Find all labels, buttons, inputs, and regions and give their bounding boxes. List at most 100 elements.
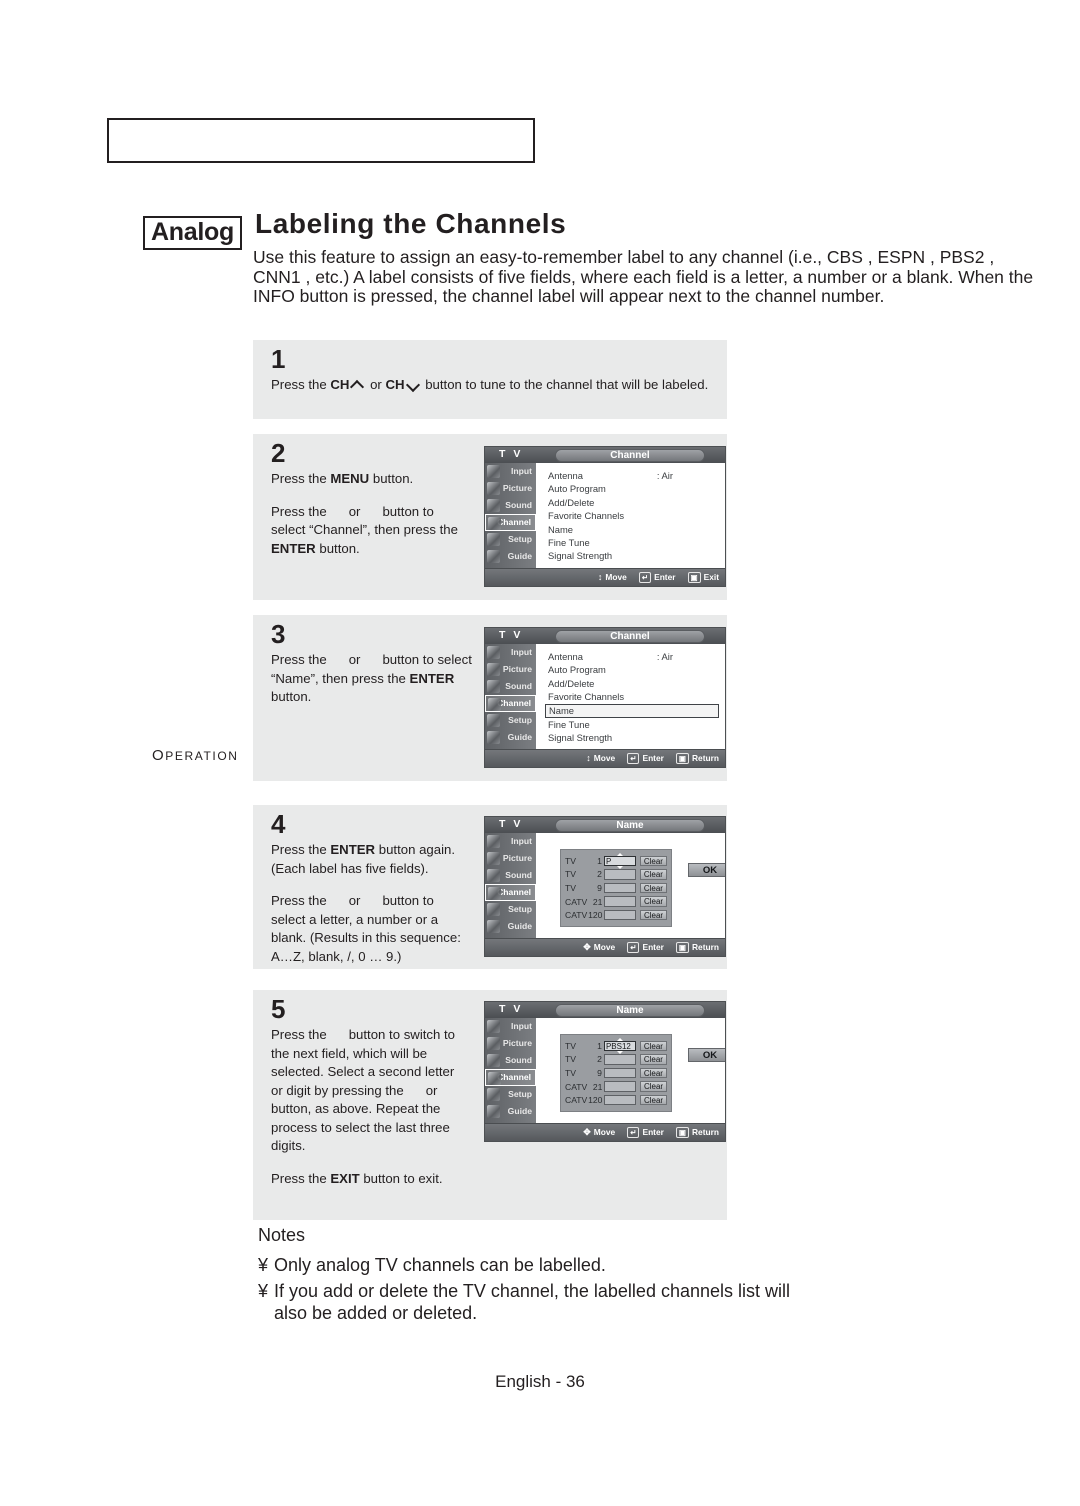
enter-button-label: ENTER <box>271 540 316 556</box>
channel-number: 21 <box>592 1081 603 1092</box>
label-field[interactable] <box>604 909 637 921</box>
sidebar-item-input[interactable]: Input <box>485 463 536 480</box>
step-number: 5 <box>271 994 286 1024</box>
menu-row[interactable]: Favorite Channels <box>545 509 719 522</box>
step-1-text-pre: Press the <box>271 377 331 392</box>
camera-input-icon <box>487 646 500 659</box>
name-row[interactable]: TV 9 Clear <box>565 881 667 895</box>
sidebar-item-channel[interactable]: Channel <box>485 1069 536 1086</box>
sidebar-item-setup[interactable]: Setup <box>485 901 536 918</box>
sidebar-item-guide[interactable]: Guide <box>485 1103 536 1120</box>
name-row[interactable]: TV 1 PBS12 Clear <box>565 1037 667 1055</box>
caret-up-icon <box>616 852 623 856</box>
name-row[interactable]: CATV 120 Clear <box>565 1093 667 1107</box>
step-panel-3: 3 Press the or button to select “Name”, th… <box>253 615 727 781</box>
sidebar-item-label: Picture <box>502 853 532 863</box>
channel-type: TV <box>565 1040 576 1051</box>
step-3-p1-mid: or <box>348 652 361 667</box>
sidebar-item-setup[interactable]: Setup <box>485 712 536 729</box>
menu-row[interactable]: Favorite Channels <box>545 690 719 703</box>
sidebar-item-channel[interactable]: Channel <box>485 884 536 901</box>
menu-row[interactable]: Antenna: Air <box>545 469 719 482</box>
label-field[interactable] <box>603 1067 636 1079</box>
clear-button[interactable]: Clear <box>639 1054 667 1065</box>
menu-row[interactable]: Antenna: Air <box>545 650 719 663</box>
clear-button[interactable]: Clear <box>639 1040 667 1052</box>
sidebar-item-guide[interactable]: Guide <box>485 729 536 746</box>
footer-enter: ↵ Enter <box>627 1124 664 1141</box>
menu-row-name-selected[interactable]: Name <box>545 703 719 718</box>
sidebar-item-guide[interactable]: Guide <box>485 548 536 565</box>
step-panel-2: 2 Press the MENU button. Press the or butt… <box>253 434 727 600</box>
osd-brand: T V <box>499 818 523 830</box>
sidebar-item-picture[interactable]: Picture <box>485 1035 536 1052</box>
menu-row[interactable]: Add/Delete <box>545 677 719 690</box>
sidebar-item-sound[interactable]: Sound <box>485 867 536 884</box>
name-row[interactable]: TV 1 P Clear <box>565 852 667 870</box>
step-number: 2 <box>271 438 286 468</box>
clear-button[interactable]: Clear <box>639 855 667 867</box>
sidebar-item-picture[interactable]: Picture <box>485 661 536 678</box>
label-field[interactable] <box>604 1094 637 1106</box>
osd-brand: T V <box>499 1003 523 1015</box>
clear-button[interactable]: Clear <box>640 1081 667 1092</box>
menu-row[interactable]: Signal Strength <box>545 549 719 562</box>
name-row[interactable]: TV 9 Clear <box>565 1066 667 1080</box>
clear-button[interactable]: Clear <box>639 1067 667 1079</box>
channel-number: 2 <box>597 1054 602 1065</box>
clear-button[interactable]: Clear <box>640 1094 667 1106</box>
name-row[interactable]: CATV 120 Clear <box>565 908 667 922</box>
footer-return-label: Return <box>692 942 719 952</box>
label-field[interactable] <box>604 896 637 907</box>
label-field-active[interactable]: PBS12 <box>603 1037 636 1055</box>
channel-number: 120 <box>588 910 603 921</box>
sidebar-item-setup[interactable]: Setup <box>485 1086 536 1103</box>
osd-brand: T V <box>499 629 523 641</box>
sidebar-item-sound[interactable]: Sound <box>485 678 536 695</box>
sidebar-item-channel[interactable]: Channel <box>485 695 536 712</box>
name-row[interactable]: TV 2 Clear <box>565 868 667 882</box>
sidebar-item-picture[interactable]: Picture <box>485 480 536 497</box>
clear-button[interactable]: Clear <box>639 869 667 880</box>
analog-badge: Analog <box>143 216 242 250</box>
four-way-arrows-icon: ✥ <box>583 1127 591 1137</box>
menu-row[interactable]: Fine Tune <box>545 536 719 549</box>
clear-button[interactable]: Clear <box>639 882 667 894</box>
sidebar-item-input[interactable]: Input <box>485 1018 536 1035</box>
name-row[interactable]: CATV 21 Clear <box>565 1080 667 1094</box>
sidebar-item-label: Picture <box>502 664 532 674</box>
sidebar-item-picture[interactable]: Picture <box>485 850 536 867</box>
sidebar-item-setup[interactable]: Setup <box>485 531 536 548</box>
label-field-active[interactable]: P <box>603 852 636 870</box>
ok-button[interactable]: OK <box>688 1048 725 1062</box>
channel-number: 9 <box>597 1067 602 1078</box>
channel-number: 120 <box>588 1095 603 1106</box>
sidebar-item-input[interactable]: Input <box>485 833 536 850</box>
sidebar-item-channel[interactable]: Channel <box>485 514 536 531</box>
channel-number: 1 <box>597 1040 602 1051</box>
channel-type: TV <box>565 869 576 880</box>
sidebar-item-input[interactable]: Input <box>485 644 536 661</box>
sidebar-item-sound[interactable]: Sound <box>485 497 536 514</box>
footer-return: ▣ Return <box>675 939 719 956</box>
menu-row[interactable]: Fine Tune <box>545 718 719 731</box>
sidebar-item-guide[interactable]: Guide <box>485 918 536 935</box>
footer-move: ✥ Move <box>583 939 615 956</box>
menu-row[interactable]: Auto Program <box>545 482 719 495</box>
ok-button[interactable]: OK <box>688 863 725 877</box>
clear-button[interactable]: Clear <box>640 909 667 921</box>
label-field[interactable] <box>603 1054 636 1065</box>
menu-row[interactable]: Add/Delete <box>545 496 719 509</box>
sidebar-item-sound[interactable]: Sound <box>485 1052 536 1069</box>
label-field[interactable] <box>603 882 636 894</box>
menu-row[interactable]: Signal Strength <box>545 731 719 744</box>
name-row[interactable]: TV 2 Clear <box>565 1053 667 1067</box>
label-field[interactable] <box>603 869 636 880</box>
label-field[interactable] <box>604 1081 637 1092</box>
name-row[interactable]: CATV 21 Clear <box>565 895 667 909</box>
menu-row[interactable]: Name <box>545 523 719 536</box>
sidebar-item-label: Guide <box>507 551 532 561</box>
menu-row[interactable]: Auto Program <box>545 663 719 676</box>
clear-button[interactable]: Clear <box>640 896 667 907</box>
step-2-p2-end: button. <box>315 540 360 556</box>
